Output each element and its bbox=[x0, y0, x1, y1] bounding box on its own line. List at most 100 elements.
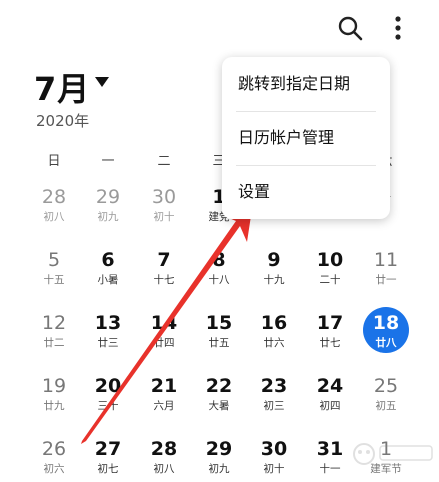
lunar-date: 六月 bbox=[153, 400, 175, 412]
day-number: 23 bbox=[260, 375, 288, 397]
lunar-date: 初三 bbox=[263, 400, 285, 412]
day-cell[interactable]: 25 初五 bbox=[363, 374, 409, 422]
day-cell[interactable]: 30 初十 bbox=[251, 437, 297, 482]
lunar-date: 初九 bbox=[97, 211, 119, 223]
day-cell[interactable]: 10 二十 bbox=[307, 248, 353, 296]
day-number: 15 bbox=[205, 312, 233, 334]
lunar-date: 十九 bbox=[263, 274, 285, 286]
day-cell[interactable]: 7 十七 bbox=[141, 248, 187, 296]
day-cell[interactable]: 17 廿七 bbox=[307, 311, 353, 359]
lunar-date: 初八 bbox=[43, 211, 65, 223]
lunar-date: 廿八 bbox=[375, 337, 397, 349]
day-cell[interactable]: 30 初十 bbox=[141, 185, 187, 233]
day-number: 27 bbox=[94, 438, 122, 460]
day-number: 12 bbox=[41, 312, 67, 334]
lunar-date: 廿三 bbox=[97, 337, 119, 349]
day-number: 22 bbox=[205, 375, 233, 397]
day-cell[interactable]: 23 初三 bbox=[251, 374, 297, 422]
menu-item-settings[interactable]: 设置 bbox=[222, 165, 390, 219]
day-cell[interactable]: 8 十八 bbox=[196, 248, 242, 296]
lunar-date: 初四 bbox=[319, 400, 341, 412]
day-cell[interactable]: 15 廿五 bbox=[196, 311, 242, 359]
day-number: 16 bbox=[260, 312, 288, 334]
top-bar bbox=[0, 0, 439, 56]
lunar-date: 二十 bbox=[319, 274, 341, 286]
day-cell[interactable]: 13 廿三 bbox=[85, 311, 131, 359]
lunar-date: 廿四 bbox=[153, 337, 175, 349]
day-number: 29 bbox=[95, 186, 121, 208]
day-number: 17 bbox=[316, 312, 344, 334]
lunar-date: 十八 bbox=[208, 274, 230, 286]
watermark-logo bbox=[353, 443, 433, 465]
day-cell[interactable]: 21 六月 bbox=[141, 374, 187, 422]
month-title[interactable]: 7月 bbox=[34, 64, 90, 110]
menu-item-account-management[interactable]: 日历帐户管理 bbox=[222, 111, 390, 165]
lunar-date: 廿二 bbox=[43, 337, 65, 349]
day-cell[interactable]: 27 初七 bbox=[85, 437, 131, 482]
lunar-date: 十七 bbox=[153, 274, 175, 286]
day-number: 21 bbox=[150, 375, 178, 397]
day-cell[interactable]: 6 小暑 bbox=[85, 248, 131, 296]
day-number: 11 bbox=[373, 249, 399, 271]
overflow-menu: 跳转到指定日期 日历帐户管理 设置 bbox=[222, 57, 390, 219]
lunar-date: 初五 bbox=[375, 400, 397, 412]
search-icon[interactable] bbox=[336, 14, 364, 42]
lunar-date: 初九 bbox=[208, 463, 230, 475]
day-number: 19 bbox=[41, 375, 67, 397]
day-cell[interactable]: 29 初九 bbox=[196, 437, 242, 482]
day-number: 5 bbox=[47, 249, 61, 271]
lunar-date: 廿五 bbox=[208, 337, 230, 349]
lunar-date: 三十 bbox=[97, 400, 119, 412]
day-cell[interactable]: 11 廿一 bbox=[363, 248, 409, 296]
day-cell[interactable]: 16 廿六 bbox=[251, 311, 297, 359]
day-cell[interactable]: 19 廿九 bbox=[31, 374, 77, 422]
day-number: 30 bbox=[260, 438, 288, 460]
more-vertical-icon[interactable] bbox=[384, 14, 412, 42]
lunar-date: 廿一 bbox=[375, 274, 397, 286]
lunar-date: 十五 bbox=[43, 274, 65, 286]
lunar-date: 廿七 bbox=[319, 337, 341, 349]
weekday-label: 二 bbox=[157, 154, 171, 169]
lunar-date: 小暑 bbox=[97, 274, 119, 286]
day-cell[interactable]: 20 三十 bbox=[85, 374, 131, 422]
day-cell[interactable]: 28 初八 bbox=[141, 437, 187, 482]
day-cell-today[interactable]: 18 廿八 bbox=[363, 307, 409, 353]
weekday-label: 一 bbox=[101, 154, 115, 169]
day-number: 20 bbox=[94, 375, 122, 397]
day-cell[interactable]: 24 初四 bbox=[307, 374, 353, 422]
day-cell[interactable]: 26 初六 bbox=[31, 437, 77, 482]
day-number: 14 bbox=[150, 312, 178, 334]
day-cell[interactable]: 5 十五 bbox=[31, 248, 77, 296]
lunar-date: 初六 bbox=[43, 463, 65, 475]
day-number: 18 bbox=[372, 312, 400, 334]
lunar-date: 初十 bbox=[263, 463, 285, 475]
lunar-date: 初七 bbox=[97, 463, 119, 475]
day-number: 28 bbox=[150, 438, 178, 460]
lunar-date: 大暑 bbox=[208, 400, 230, 412]
day-number: 10 bbox=[316, 249, 344, 271]
day-number: 25 bbox=[373, 375, 399, 397]
day-number: 24 bbox=[316, 375, 344, 397]
day-cell[interactable]: 29 初九 bbox=[85, 185, 131, 233]
day-cell[interactable]: 9 十九 bbox=[251, 248, 297, 296]
day-number: 8 bbox=[212, 249, 226, 271]
day-cell[interactable]: 14 廿四 bbox=[141, 311, 187, 359]
caret-down-icon[interactable] bbox=[95, 77, 109, 87]
day-number: 26 bbox=[41, 438, 67, 460]
lunar-date: 初八 bbox=[153, 463, 175, 475]
day-number: 9 bbox=[267, 249, 281, 271]
day-cell[interactable]: 22 大暑 bbox=[196, 374, 242, 422]
day-number: 6 bbox=[101, 249, 115, 271]
day-cell[interactable]: 12 廿二 bbox=[31, 311, 77, 359]
day-cell[interactable]: 28 初八 bbox=[31, 185, 77, 233]
lunar-date: 初十 bbox=[153, 211, 175, 223]
day-number: 28 bbox=[41, 186, 67, 208]
menu-item-jump-to-date[interactable]: 跳转到指定日期 bbox=[222, 57, 390, 111]
lunar-date: 廿九 bbox=[43, 400, 65, 412]
day-number: 13 bbox=[94, 312, 122, 334]
year-label: 2020年 bbox=[36, 112, 90, 130]
lunar-date: 廿六 bbox=[263, 337, 285, 349]
day-number: 29 bbox=[205, 438, 233, 460]
day-number: 30 bbox=[151, 186, 177, 208]
day-number: 7 bbox=[157, 249, 171, 271]
